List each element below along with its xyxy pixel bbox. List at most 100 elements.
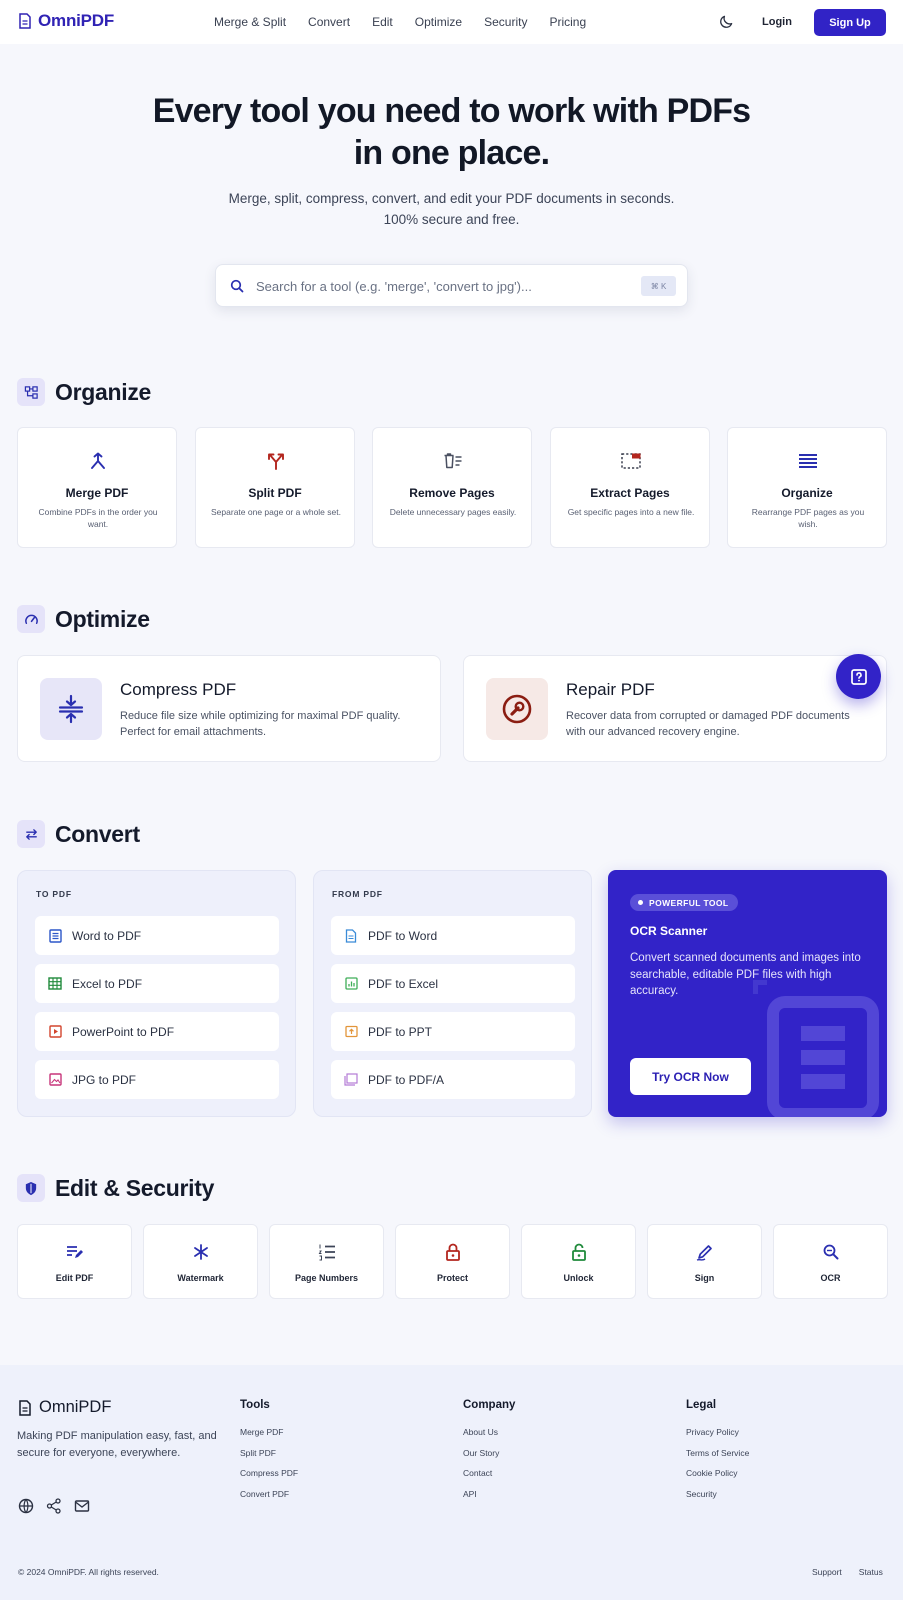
footer: OmniPDF Making PDF manipulation easy, fa… — [0, 1365, 903, 1600]
powerpoint-to-pdf-item[interactable]: PowerPoint to PDF — [35, 1012, 279, 1051]
extract-pages-icon — [620, 450, 642, 472]
badge-dot — [638, 900, 643, 905]
ocr-card[interactable]: OCR — [773, 1224, 888, 1299]
ocr-label: OCR — [820, 1273, 841, 1283]
excel-sheet-icon — [48, 977, 62, 991]
edit-pdf-label: Edit PDF — [55, 1273, 94, 1283]
hero-title: Every tool you need to work with PDFs in… — [0, 90, 903, 174]
edit-security-section-title: Edit & Security — [55, 1174, 215, 1201]
organize-card[interactable]: Organize Rearrange PDF pages as you wish… — [727, 427, 887, 548]
from-pdf-label: FROM PDF — [332, 889, 383, 899]
theme-toggle-button[interactable] — [719, 14, 734, 29]
nav-link-merge-split[interactable]: Merge & Split — [214, 15, 286, 29]
optimize-section-title: Optimize — [55, 605, 150, 632]
footer-link-privacy-policy[interactable]: Privacy Policy — [686, 1427, 749, 1448]
footer-brand[interactable]: OmniPDF — [18, 1398, 111, 1417]
edit-security-section-header: Edit & Security — [17, 1174, 214, 1202]
pdf-to-excel-item[interactable]: PDF to Excel — [331, 964, 575, 1003]
footer-link-security[interactable]: Security — [686, 1489, 749, 1510]
footer-link-our-story[interactable]: Our Story — [463, 1448, 515, 1469]
lock-icon — [443, 1242, 463, 1262]
brand-logo[interactable]: OmniPDF — [18, 11, 114, 31]
repair-pdf-card[interactable]: Repair PDF Recover data from corrupted o… — [463, 655, 887, 762]
word-to-pdf-item[interactable]: Word to PDF — [35, 916, 279, 955]
edit-pdf-card[interactable]: Edit PDF — [17, 1224, 132, 1299]
search-input[interactable] — [256, 275, 616, 297]
nav-link-security[interactable]: Security — [484, 15, 527, 29]
pdf-to-pdfa-item[interactable]: PDF to PDF/A — [331, 1060, 575, 1099]
login-button[interactable]: Login — [762, 16, 792, 28]
excel-to-pdf-label: Excel to PDF — [72, 976, 143, 991]
protect-card[interactable]: Protect — [395, 1224, 510, 1299]
footer-link-compress-pdf[interactable]: Compress PDF — [240, 1468, 298, 1489]
nav-links: Merge & Split Convert Edit Optimize Secu… — [214, 15, 608, 29]
signup-button[interactable]: Sign Up — [814, 9, 886, 36]
footer-link-cookie-policy[interactable]: Cookie Policy — [686, 1468, 749, 1489]
extract-pages-card[interactable]: Extract Pages Get specific pages into a … — [550, 427, 710, 548]
compress-pdf-desc: Reduce file size while optimizing for ma… — [120, 710, 401, 738]
share-icon[interactable] — [46, 1498, 62, 1514]
watermark-card[interactable]: Watermark — [143, 1224, 258, 1299]
remove-pages-icon — [442, 450, 464, 472]
page-numbers-card[interactable]: Page Numbers — [269, 1224, 384, 1299]
hero-title-line2: in one place. — [353, 134, 550, 172]
remove-pages-card[interactable]: Remove Pages Delete unnecessary pages ea… — [372, 427, 532, 548]
jpg-to-pdf-item[interactable]: JPG to PDF — [35, 1060, 279, 1099]
unlock-card[interactable]: Unlock — [521, 1224, 636, 1299]
pdf-to-word-item[interactable]: PDF to Word — [331, 916, 575, 955]
footer-link-terms-of-service[interactable]: Terms of Service — [686, 1448, 749, 1469]
from-pdf-panel: FROM PDF PDF to Word PDF to Excel PDF to… — [313, 870, 592, 1117]
nav-link-edit[interactable]: Edit — [372, 15, 393, 29]
footer-copyright: © 2024 OmniPDF. All rights reserved. — [18, 1567, 159, 1577]
merge-pdf-card[interactable]: Merge PDF Combine PDFs in the order you … — [17, 427, 177, 548]
footer-link-contact[interactable]: Contact — [463, 1468, 515, 1489]
wrench-icon — [502, 694, 532, 724]
pdf-to-pdfa-label: PDF to PDF/A — [368, 1072, 445, 1087]
ocr-search-icon — [821, 1242, 841, 1262]
excel-to-pdf-item[interactable]: Excel to PDF — [35, 964, 279, 1003]
footer-link-convert-pdf[interactable]: Convert PDF — [240, 1489, 298, 1510]
footer-link-status[interactable]: Status — [859, 1567, 883, 1577]
nav-link-convert[interactable]: Convert — [308, 15, 350, 29]
ocr-scanner-icon — [753, 980, 879, 1117]
help-button[interactable] — [836, 654, 881, 699]
optimize-section-header: Optimize — [17, 605, 150, 633]
footer-link-split-pdf[interactable]: Split PDF — [240, 1448, 298, 1469]
footer-link-api[interactable]: API — [463, 1489, 515, 1510]
merge-icon — [87, 450, 109, 472]
sign-label: Sign — [694, 1273, 715, 1283]
convert-section-header: Convert — [17, 820, 140, 848]
footer-social-links — [18, 1498, 90, 1514]
organize-desc: Rearrange PDF pages as you wish. — [751, 507, 865, 529]
watermark-icon — [191, 1242, 211, 1262]
brand-name: OmniPDF — [38, 11, 115, 30]
pdf-to-ppt-item[interactable]: PDF to PPT — [331, 1012, 575, 1051]
footer-link-merge-pdf[interactable]: Merge PDF — [240, 1427, 298, 1448]
document-icon — [18, 13, 32, 29]
nav-link-optimize[interactable]: Optimize — [415, 15, 462, 29]
mail-icon[interactable] — [74, 1498, 90, 1514]
pdf-to-excel-label: PDF to Excel — [368, 976, 439, 991]
remove-pages-title: Remove Pages — [409, 486, 495, 500]
sign-card[interactable]: Sign — [647, 1224, 762, 1299]
globe-icon[interactable] — [18, 1498, 34, 1514]
merge-pdf-desc: Combine PDFs in the order you want. — [38, 507, 158, 529]
footer-link-about-us[interactable]: About Us — [463, 1427, 515, 1448]
try-ocr-button[interactable]: Try OCR Now — [630, 1058, 751, 1095]
tool-search-box: ⌘ K — [215, 264, 688, 307]
footer-link-support[interactable]: Support — [812, 1567, 842, 1577]
organize-list-icon — [797, 450, 819, 472]
ocr-scanner-card: POWERFUL TOOL OCR Scanner Convert scanne… — [608, 870, 887, 1117]
keyboard-shortcut-badge: ⌘ K — [641, 276, 676, 296]
to-pdf-panel: TO PDF Word to PDF Excel to PDF PowerPoi… — [17, 870, 296, 1117]
edit-icon — [65, 1242, 85, 1262]
powerful-tool-badge-text: POWERFUL TOOL — [649, 897, 729, 908]
nav-link-pricing[interactable]: Pricing — [549, 15, 586, 29]
jpg-to-pdf-label: JPG to PDF — [72, 1072, 137, 1087]
archive-icon — [344, 1073, 358, 1087]
split-pdf-card[interactable]: Split PDF Separate one page or a whole s… — [195, 427, 355, 548]
organize-section-icon — [17, 378, 45, 406]
protect-label: Protect — [436, 1273, 468, 1283]
compress-pdf-card[interactable]: Compress PDF Reduce file size while opti… — [17, 655, 441, 762]
pdf-to-word-label: PDF to Word — [368, 928, 438, 943]
